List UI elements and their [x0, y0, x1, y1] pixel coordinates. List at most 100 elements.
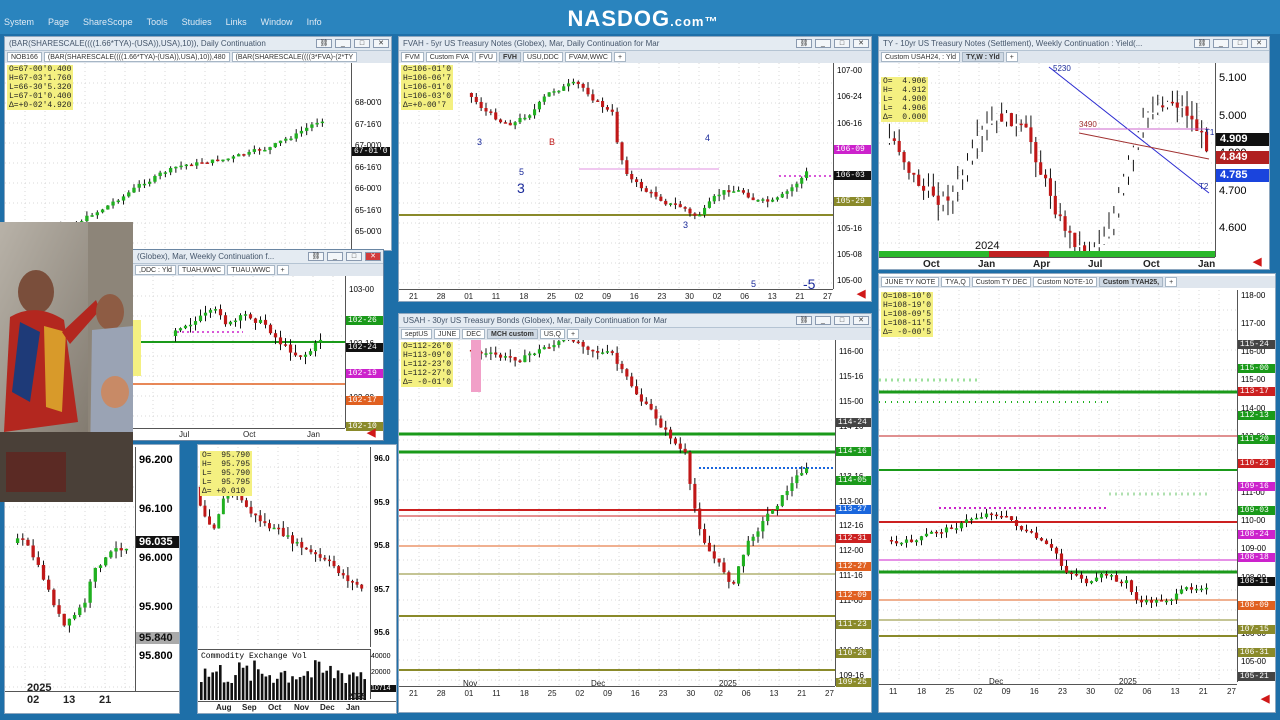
tab-item[interactable]: TUAH,WWC — [177, 265, 226, 275]
tab-item[interactable]: Custom TYAH25, — [1098, 277, 1164, 287]
price-chart[interactable]: 353B4355-5 — [399, 63, 833, 289]
window-controls[interactable]: ⛓ _ □ ✕ — [308, 252, 381, 261]
tab-item[interactable]: US,Q — [539, 329, 565, 339]
month-label: Jan — [346, 703, 360, 712]
menu-item-window[interactable]: Window — [261, 17, 293, 27]
price-chart[interactable] — [879, 290, 1237, 682]
candle — [244, 497, 248, 508]
month-label: Dec — [320, 703, 335, 712]
tab-item[interactable]: (BAR(SHARESCALE((((3*FVA)-(2*TY — [231, 52, 358, 62]
tab-item[interactable]: NOB166 — [7, 52, 42, 62]
ohlc-readout: O= 4.906 H= 4.912 L= 4.900 L= 4.906 Δ= 0… — [881, 77, 929, 122]
window-controls[interactable]: ⛓ _ □ ✕ — [796, 316, 869, 325]
minimize-icon: _ — [335, 39, 351, 48]
candle — [1117, 187, 1121, 218]
tab-bar[interactable]: JUNE TY NOTE TYA,Q Custom TY DEC Custom NOT… — [879, 276, 1275, 288]
tab-item[interactable]: (BAR(SHARESCALE((((1.66*TYA)-(USA)),USA)… — [43, 52, 230, 62]
tab-bar[interactable]: NOB166 (BAR(SHARESCALE((((1.66*TYA)-(USA)… — [5, 51, 391, 63]
menu-item-studies[interactable]: Studies — [182, 17, 212, 27]
volume-bar — [264, 676, 268, 700]
maximize-icon: □ — [834, 316, 850, 325]
tab-bar[interactable]: FVM Custom FVA FVU FVH USU,DDC FVAM,WWC + — [399, 51, 871, 63]
menu-item-sharescope[interactable]: ShareScope — [83, 17, 133, 27]
year-label: 2025 — [27, 682, 52, 694]
price-axis: 116-00115-16115-00114-16114-00113-16113-… — [835, 340, 871, 687]
window-controls[interactable]: ⛓ _ □ ✕ — [316, 39, 389, 48]
month-label: Jul — [1088, 259, 1103, 270]
candle — [894, 535, 899, 547]
tab-bar[interactable]: Custom USAH24, : Yld TY,W : Yld + — [879, 51, 1269, 63]
candle — [620, 360, 624, 374]
add-tab-button[interactable]: + — [1005, 52, 1018, 62]
tab-item[interactable]: JUNE — [433, 329, 461, 339]
window-controls[interactable]: ⛓ _ □ ✕ — [1194, 39, 1267, 48]
menu-item-system[interactable]: System — [4, 17, 34, 27]
tab-item[interactable]: MCH custom — [487, 329, 538, 339]
menu-item-info[interactable]: Info — [307, 17, 322, 27]
yield-chart[interactable]: 5230 3490 T1 T2 2024 — [879, 63, 1215, 257]
price-tag: 108-24 — [1238, 529, 1275, 539]
candle — [889, 536, 894, 545]
tab-item[interactable]: TUAU,WWC — [227, 265, 275, 275]
candle — [562, 83, 566, 91]
candle — [571, 340, 575, 343]
price-tag: 115-00 — [1238, 363, 1275, 373]
candle — [137, 180, 141, 192]
scroll-right-arrow-icon[interactable]: ◀ — [1253, 255, 1261, 268]
tab-item[interactable]: Custom FVA — [425, 52, 473, 62]
tab-bar[interactable]: septUS JUNE DEC MCH custom US,Q + — [399, 328, 871, 340]
candle — [1154, 597, 1159, 607]
price-tag: 102-26 — [346, 316, 383, 325]
menu-item-tools[interactable]: Tools — [147, 17, 168, 27]
add-tab-button[interactable]: + — [566, 329, 580, 339]
price-chart[interactable] — [133, 276, 345, 428]
tab-item[interactable]: Custom TY DEC — [971, 277, 1032, 287]
tab-item[interactable]: TY,W : Yld — [962, 52, 1004, 62]
volume-bar — [291, 676, 294, 700]
tab-item[interactable]: FVH — [498, 52, 521, 62]
tab-item[interactable]: FVU — [474, 52, 497, 62]
add-tab-button[interactable]: + — [276, 265, 289, 275]
month-label: Dec — [989, 677, 1004, 686]
volume-bar — [321, 672, 325, 700]
menu-item-links[interactable]: Links — [226, 17, 247, 27]
candle — [314, 550, 318, 562]
tab-item[interactable]: FVM — [401, 52, 424, 62]
scroll-right-arrow-icon[interactable]: ◀ — [367, 426, 375, 439]
price-tag: 105-29 — [834, 197, 871, 206]
tab-item[interactable]: TYA,Q — [941, 277, 970, 287]
scroll-right-arrow-icon[interactable]: ◀ — [857, 287, 865, 300]
tab-item[interactable]: JUNE TY NOTE — [881, 277, 940, 287]
wave-label: B — [549, 137, 555, 147]
tab-item[interactable]: Custom NOTE-10 — [1033, 277, 1097, 287]
date-tick-label: 25 — [945, 687, 955, 696]
window-controls[interactable]: ⛓ _ □ ✕ — [796, 39, 869, 48]
tab-item[interactable]: ,DDC : Yld — [135, 265, 176, 275]
link-icon: ⛓ — [316, 39, 332, 48]
date-tick-label: 02 — [27, 694, 40, 706]
candle — [542, 345, 546, 350]
candle — [205, 161, 209, 164]
tab-item[interactable]: FVAM,WWC — [564, 52, 612, 62]
candle — [212, 523, 216, 530]
tab-item[interactable]: Custom USAH24, : Yld — [881, 52, 961, 62]
price-tick-label: 95.9 — [374, 497, 390, 507]
volume-bar — [283, 670, 287, 700]
tab-item[interactable]: USU,DDC — [522, 52, 563, 62]
tab-item[interactable]: DEC — [462, 329, 486, 339]
candle — [252, 145, 257, 155]
price-chart[interactable] — [399, 340, 835, 686]
scroll-right-arrow-icon[interactable]: ◀ — [1261, 692, 1269, 705]
add-tab-button[interactable]: + — [1165, 277, 1178, 287]
candle — [341, 569, 345, 579]
candle — [959, 521, 964, 532]
add-tab-button[interactable]: + — [613, 52, 627, 62]
menu-item-page[interactable]: Page — [48, 17, 69, 27]
candle — [1054, 546, 1059, 560]
volume-bar — [268, 675, 271, 700]
candle — [601, 348, 605, 355]
candle — [1144, 595, 1149, 605]
tab-item[interactable]: septUS — [401, 329, 432, 339]
tab-bar[interactable]: ,DDC : Yld TUAH,WWC TUAU,WWC + — [133, 264, 383, 276]
candle — [291, 532, 295, 552]
